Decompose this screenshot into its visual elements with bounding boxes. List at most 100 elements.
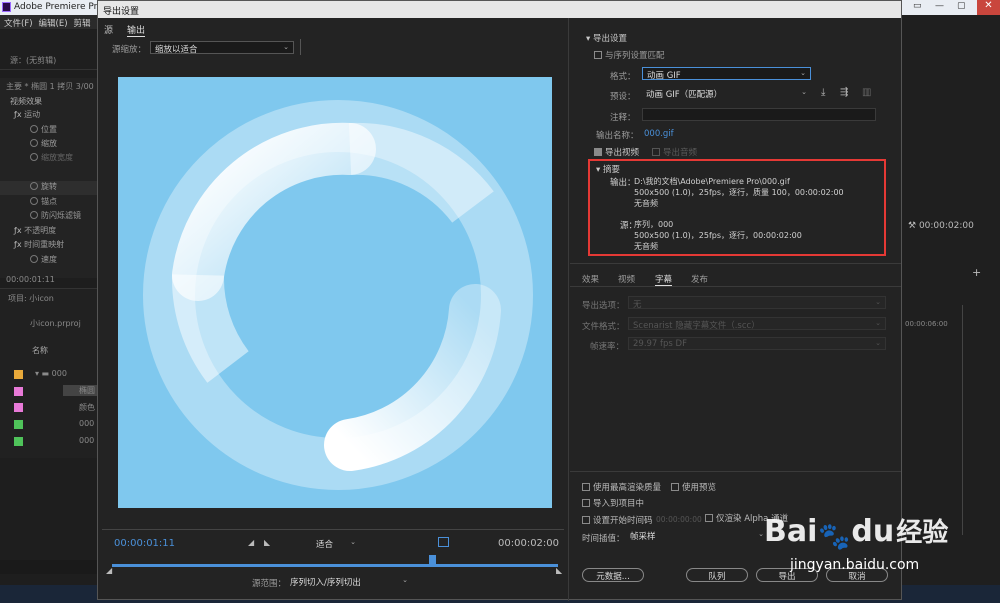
source-tab[interactable]: 源：(无剪辑)	[0, 30, 97, 66]
preset-label: 预设：	[610, 92, 636, 102]
chevron-down-icon: ⌄	[801, 88, 807, 96]
timeline-scrubber[interactable]	[112, 564, 558, 567]
video-effects-label: 视频效果	[10, 97, 42, 106]
menu-clip[interactable]: 剪辑	[74, 19, 91, 29]
collapse-triangle-icon: ▾	[596, 165, 603, 175]
menu-edit[interactable]: 编辑(E)	[39, 19, 68, 29]
playhead-icon[interactable]	[429, 555, 436, 564]
close-icon[interactable]: ✕	[977, 0, 1000, 15]
summary-header[interactable]: ▾ 摘要	[596, 163, 620, 175]
effect-row-anchor[interactable]: 锚点	[0, 196, 97, 210]
project-file: 小icon.prproj	[30, 319, 81, 328]
comments-input[interactable]	[642, 108, 876, 121]
metadata-button[interactable]: 元数据...	[582, 568, 644, 582]
mark-in-icon[interactable]: ◢	[248, 538, 254, 547]
delete-preset-icon[interactable]: ▥	[862, 87, 871, 98]
preview-tabs: 源 输出	[104, 23, 159, 37]
effect-row-rotation[interactable]: 旋转	[0, 181, 97, 195]
time-interpolation-dropdown[interactable]: 帧采样 ⌄	[626, 529, 768, 542]
effect-row-opacity[interactable]: ƒx 不透明度	[0, 225, 97, 239]
tab-video[interactable]: 视频	[618, 273, 635, 285]
project-item-seq1[interactable]: 000	[79, 419, 94, 428]
import-preset-icon[interactable]: ⇶	[840, 87, 848, 98]
frame-rate-dropdown[interactable]: 29.97 fps DF ⌄	[628, 337, 886, 350]
in-point-icon[interactable]: ◢	[106, 566, 112, 575]
mark-out-icon[interactable]: ◣	[264, 538, 270, 547]
add-icon[interactable]: +	[972, 266, 981, 279]
chevron-down-icon: ⌄	[875, 319, 881, 327]
source-scaling-dropdown[interactable]: 缩放以适合 ⌄	[150, 41, 294, 54]
export-audio-checkbox[interactable]: 导出音频	[652, 146, 697, 158]
export-options-dropdown[interactable]: 无 ⌄	[628, 296, 886, 309]
export-settings-dialog: 导出设置 源 输出 源缩放： 缩放以适合 ⌄ 00:00:01:11 ◢ ◣ 适合…	[97, 0, 902, 601]
file-format-dropdown[interactable]: Scenarist 隐藏字幕文件（.scc） ⌄	[628, 317, 886, 330]
menu-file[interactable]: 文件(F)	[4, 19, 33, 29]
export-video-checkbox[interactable]: 导出视频	[594, 146, 639, 158]
format-label: 格式：	[610, 72, 636, 82]
save-preset-icon[interactable]: ⤓	[821, 87, 825, 98]
tile-icon[interactable]: ▭	[913, 1, 922, 11]
export-settings-header[interactable]: ▾ 导出设置	[586, 32, 627, 44]
label-swatch-pink	[14, 387, 23, 396]
collapse-triangle-icon: ▾	[586, 34, 593, 44]
effect-row-time-remap[interactable]: ƒx 时间重映射	[0, 239, 97, 253]
effect-row-speed[interactable]: 速度	[0, 254, 97, 268]
effect-row-scale-width[interactable]: 缩放宽度	[0, 152, 97, 166]
tab-captions[interactable]: 字幕	[655, 273, 673, 286]
project-item-seq2[interactable]: 000	[79, 436, 94, 445]
effect-row-motion[interactable]: ƒx 运动	[0, 109, 97, 123]
format-dropdown[interactable]: 动画 GIF ⌄	[642, 67, 811, 80]
summary-source-spec: 500x500 (1.0)，25fps，逐行，00:00:02:00	[634, 231, 802, 240]
output-name-label: 输出名称：	[596, 131, 639, 141]
start-timecode-value[interactable]: 00:00:00:00	[656, 515, 702, 524]
app-title: Adobe Premiere Pro	[14, 2, 103, 12]
summary-output-spec: 500x500 (1.0)，25fps，逐行，质量 100，00:00:02:0…	[634, 188, 844, 197]
stopwatch-icon	[30, 255, 38, 263]
out-point-icon[interactable]: ◣	[556, 566, 562, 575]
tab-effects[interactable]: 效果	[582, 273, 599, 285]
use-previews-checkbox[interactable]: 使用预览	[671, 481, 716, 493]
checkbox-icon	[582, 483, 590, 491]
current-timecode[interactable]: 00:00:01:11	[114, 538, 175, 549]
import-to-project-checkbox[interactable]: 导入到项目中	[582, 497, 644, 509]
label-swatch-green	[14, 420, 23, 429]
checkbox-icon	[582, 516, 590, 524]
preset-dropdown[interactable]: 动画 GIF（匹配源） ⌄	[642, 87, 811, 100]
program-monitor-right	[902, 15, 1000, 585]
tab-publish[interactable]: 发布	[691, 273, 708, 285]
stopwatch-icon	[30, 182, 38, 190]
aspect-ratio-icon[interactable]	[438, 537, 449, 547]
max-render-quality-checkbox[interactable]: 使用最高渲染质量	[582, 481, 661, 493]
chevron-down-icon: ⌄	[283, 43, 289, 51]
project-item-ellipse[interactable]: 椭圆	[63, 385, 97, 396]
audio-meter	[962, 305, 972, 535]
wrench-icon: ⚒	[908, 221, 919, 231]
bin-row[interactable]: ▾ ▬ 000	[35, 369, 67, 378]
tab-source[interactable]: 源	[104, 26, 113, 36]
checkbox-icon	[582, 499, 590, 507]
project-tab[interactable]: 项目: 小icon	[0, 289, 97, 308]
queue-button[interactable]: 队列	[686, 568, 748, 582]
effect-row-antiflicker[interactable]: 防闪烁滤镜	[0, 210, 97, 224]
checkbox-icon	[594, 51, 602, 59]
effect-row-scale[interactable]: 缩放	[0, 138, 97, 152]
match-sequence-checkbox[interactable]: 与序列设置匹配	[594, 49, 665, 61]
source-scaling-label: 源缩放：	[112, 45, 147, 55]
maximize-icon[interactable]: ▢	[957, 1, 966, 11]
divider	[570, 263, 901, 264]
summary-source-audio: 无音频	[634, 242, 658, 251]
time-interpolation-label: 时间插值：	[582, 534, 625, 544]
dialog-title: 导出设置	[98, 1, 901, 18]
tab-output[interactable]: 输出	[127, 26, 146, 37]
project-item-color[interactable]: 颜色	[79, 402, 95, 413]
set-start-timecode-checkbox[interactable]: 设置开始时间码	[582, 514, 653, 526]
fit-dropdown[interactable]: 适合 ⌄	[312, 537, 360, 550]
source-range-dropdown[interactable]: 序列切入/序列切出 ⌄	[286, 575, 412, 588]
comments-label: 注释：	[610, 113, 636, 123]
minimize-icon[interactable]: —	[935, 1, 944, 11]
loading-ring-graphic	[143, 100, 533, 490]
output-name-link[interactable]: 000.gif	[644, 129, 674, 139]
effect-row-position[interactable]: 位置	[0, 124, 97, 138]
file-format-label: 文件格式：	[582, 322, 625, 332]
name-column-header[interactable]: 名称	[0, 329, 97, 356]
